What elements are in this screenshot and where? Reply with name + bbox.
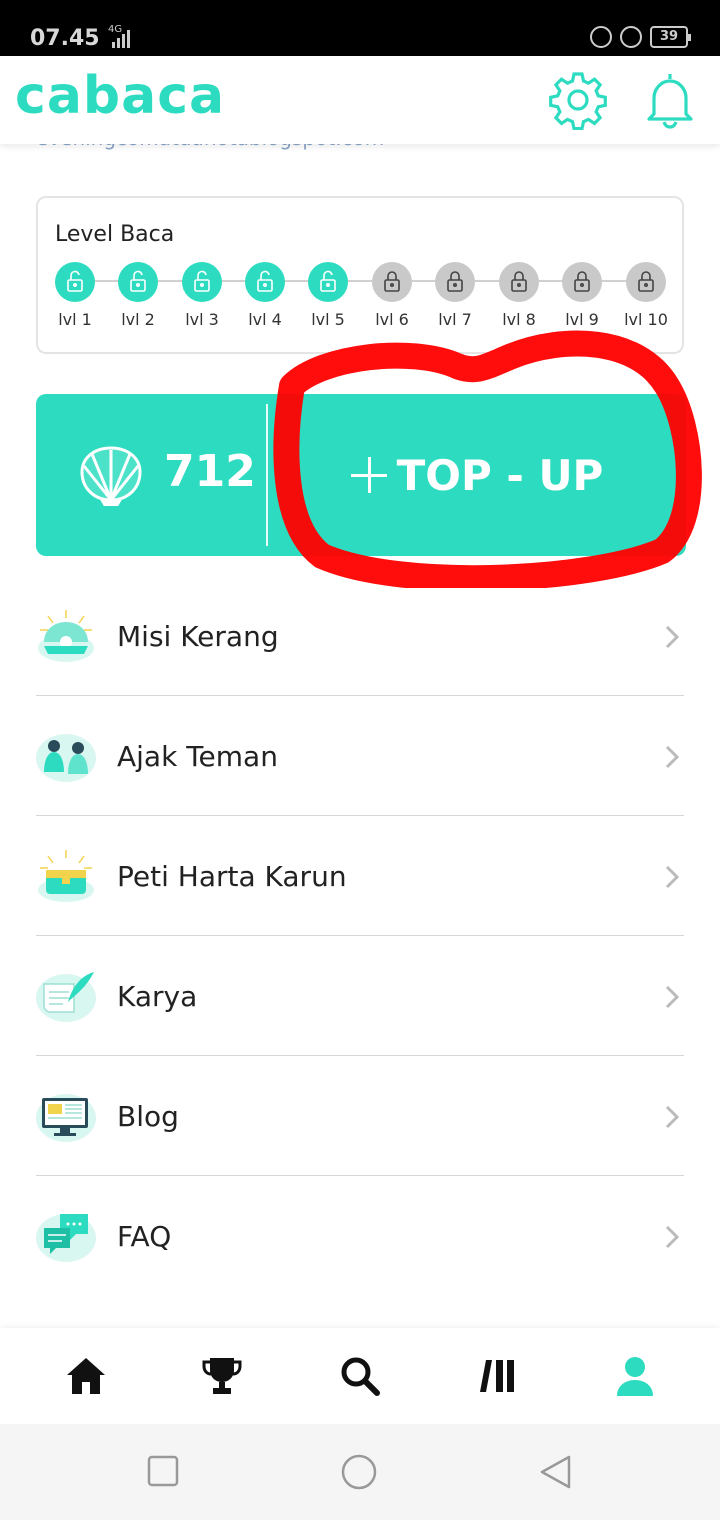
trophy-icon[interactable]: [200, 1354, 244, 1398]
chat-bubbles-icon: [36, 1208, 96, 1264]
recent-apps-icon[interactable]: [146, 1454, 182, 1490]
chevron-right-icon: [665, 1225, 680, 1249]
level-1: lvl 1: [43, 262, 107, 329]
lock-icon: [562, 262, 602, 302]
unlocked-icon: [308, 262, 348, 302]
lock-icon: [626, 262, 666, 302]
app-logo: cabaca: [15, 66, 226, 126]
treasure-chest-icon: [36, 848, 96, 904]
menu-item-ajak-teman[interactable]: Ajak Teman: [36, 696, 684, 816]
shell-icon: [78, 444, 144, 507]
back-icon[interactable]: [538, 1454, 574, 1490]
unlocked-icon: [245, 262, 285, 302]
level-title: Level Baca: [55, 222, 175, 247]
menu-item-blog[interactable]: Blog: [36, 1056, 684, 1176]
chevron-right-icon: [665, 985, 680, 1009]
friends-icon: [36, 728, 96, 784]
gear-icon[interactable]: [548, 70, 608, 131]
system-navigation-bar: [0, 1424, 720, 1520]
chevron-right-icon: [665, 745, 680, 769]
shell-balance-card: 712 TOP - UP: [36, 394, 686, 556]
menu-item-peti-harta-karun[interactable]: Peti Harta Karun: [36, 816, 684, 936]
bottom-navigation: [0, 1328, 720, 1424]
shell-count: 712: [164, 446, 256, 497]
search-icon[interactable]: [338, 1354, 382, 1398]
home-circle-icon[interactable]: [341, 1454, 377, 1490]
chevron-right-icon: [665, 865, 680, 889]
level-4: lvl 4: [233, 262, 297, 329]
profile-menu: Misi Kerang Ajak Teman Peti Harta Karun …: [36, 576, 684, 1296]
app-header: cabaca: [0, 56, 720, 144]
unlocked-icon: [182, 262, 222, 302]
monitor-icon: [36, 1088, 96, 1144]
lock-icon: [372, 262, 412, 302]
quill-paper-icon: [36, 968, 96, 1024]
level-6: lvl 6: [360, 262, 424, 329]
home-icon[interactable]: [64, 1354, 108, 1398]
level-9: lvl 9: [550, 262, 614, 329]
level-7: lvl 7: [423, 262, 487, 329]
plus-icon: [350, 457, 387, 493]
menu-item-faq[interactable]: FAQ: [36, 1176, 684, 1296]
level-3: lvl 3: [170, 262, 234, 329]
lock-icon: [499, 262, 539, 302]
menu-item-misi-kerang[interactable]: Misi Kerang: [36, 576, 684, 696]
reading-level-card: Level Baca lvl 1 lvl 2 lvl 3 lvl 4 lvl 5: [36, 196, 684, 354]
unlocked-icon: [118, 262, 158, 302]
chevron-right-icon: [665, 625, 680, 649]
level-8: lvl 8: [487, 262, 551, 329]
top-up-label: TOP - UP: [396, 450, 604, 500]
alarm-icon: [620, 26, 642, 48]
status-time: 07.45: [30, 26, 100, 51]
profile-icon[interactable]: [613, 1354, 657, 1398]
signal-icon: [112, 30, 134, 48]
top-up-button[interactable]: TOP - UP: [268, 394, 686, 556]
status-bar: 07.45 4G 39: [0, 0, 720, 56]
level-5: lvl 5: [296, 262, 360, 329]
bell-icon[interactable]: [640, 70, 700, 130]
level-2: lvl 2: [106, 262, 170, 329]
unlocked-icon: [55, 262, 95, 302]
menu-item-karya[interactable]: Karya: [36, 936, 684, 1056]
rotation-lock-icon: [590, 26, 612, 48]
clam-pearl-icon: [36, 608, 96, 664]
battery-icon: 39: [650, 26, 691, 48]
level-10: lvl 10: [614, 262, 678, 329]
lock-icon: [435, 262, 475, 302]
chevron-right-icon: [665, 1105, 680, 1129]
library-icon[interactable]: [476, 1354, 520, 1398]
